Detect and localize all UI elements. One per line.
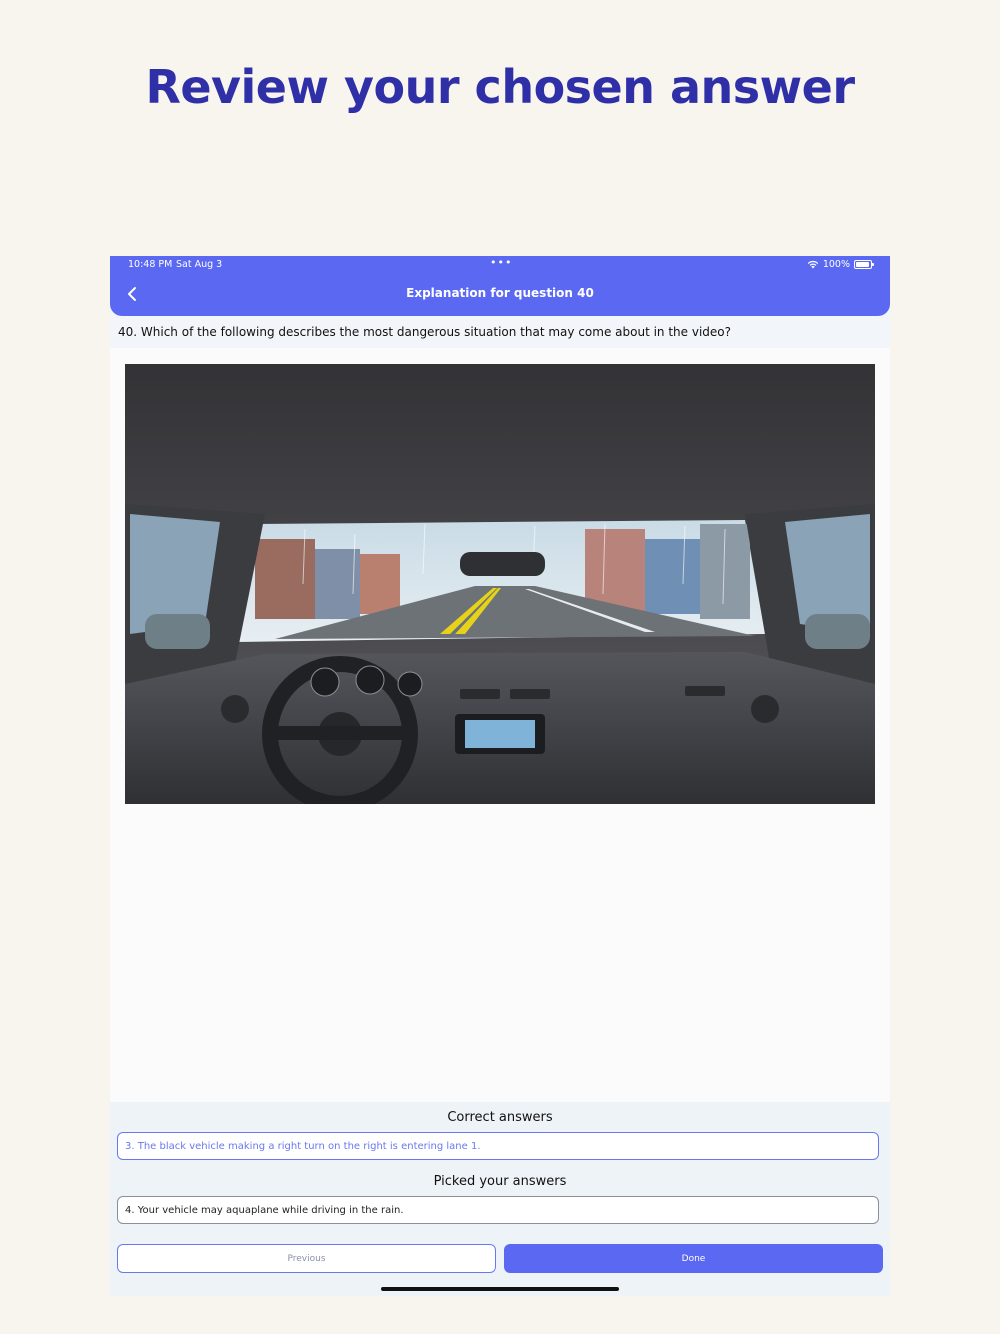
correct-answers-title: Correct answers: [447, 1110, 553, 1125]
battery-percent: 100%: [822, 259, 850, 270]
status-time: 10:48 PM: [128, 259, 173, 270]
content-area: [110, 348, 890, 1102]
correct-answer-text: 3. The black vehicle making a right turn…: [125, 1141, 481, 1152]
multitask-dots[interactable]: •••: [490, 256, 512, 269]
battery-icon: [854, 260, 874, 269]
driving-scene-image: [125, 364, 875, 812]
picked-answers-title: Picked your answers: [433, 1174, 567, 1189]
question-text: 40. Which of the following describes the…: [118, 325, 731, 339]
picked-answer-text: 4. Your vehicle may aquaplane while driv…: [125, 1205, 404, 1216]
page-headline: Review your chosen answer: [145, 60, 855, 114]
status-date: Sat Aug 3: [176, 259, 223, 270]
status-right: 100%: [807, 259, 874, 270]
home-indicator: [381, 1287, 619, 1291]
previous-button[interactable]: Previous: [117, 1244, 496, 1273]
question-bar: 40. Which of the following describes the…: [110, 316, 890, 348]
nav-title: Explanation for question 40: [406, 286, 594, 300]
correct-answer-box: 3. The black vehicle making a right turn…: [117, 1132, 879, 1160]
wifi-icon: [807, 260, 819, 269]
done-button[interactable]: Done: [504, 1244, 883, 1273]
video-player[interactable]: [125, 364, 875, 812]
device-screen: 10:48 PM Sat Aug 3 ••• 100% Explanation …: [110, 256, 890, 1296]
nav-bar: 10:48 PM Sat Aug 3 ••• 100% Explanation …: [110, 256, 890, 316]
picked-answer-box: 4. Your vehicle may aquaplane while driv…: [117, 1196, 879, 1224]
